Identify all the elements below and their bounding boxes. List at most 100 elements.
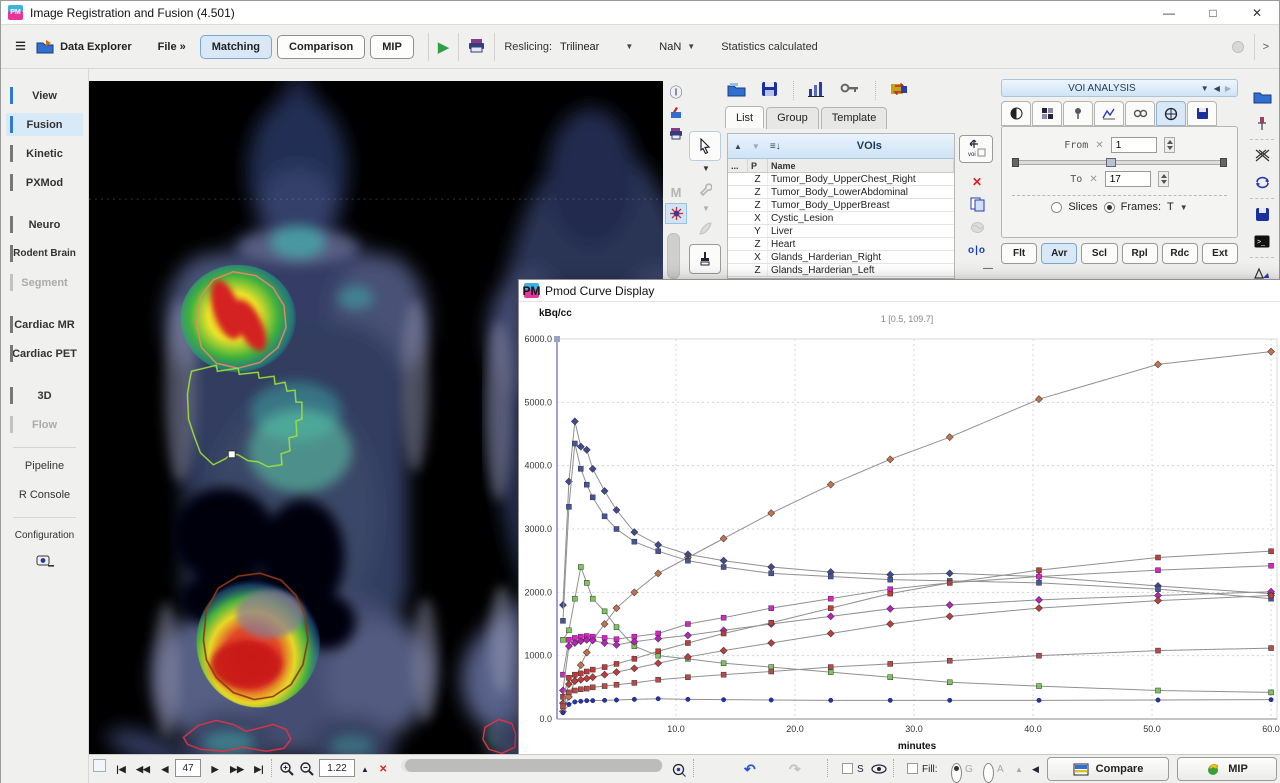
delete-voi-icon[interactable]: ✕	[959, 171, 995, 192]
sidebar-item-configuration[interactable]: Configuration	[6, 524, 83, 547]
rdc-button[interactable]: Rdc	[1162, 243, 1198, 264]
slider-handle-left[interactable]	[1012, 158, 1019, 167]
zoom-factor-field[interactable]	[319, 759, 355, 777]
sidebar-item-cardiac-pet[interactable]: Cardiac PET	[6, 342, 83, 365]
voi-transfer-icon[interactable]	[875, 81, 909, 100]
tab-frames[interactable]	[1156, 101, 1186, 126]
tab-save[interactable]	[1187, 101, 1217, 126]
chevron-down-icon[interactable]: ▼	[1180, 203, 1188, 212]
a-radio[interactable]	[983, 763, 994, 783]
clear-to-icon[interactable]: ✕	[1089, 174, 1097, 185]
run-icon[interactable]: ▶	[438, 38, 450, 56]
slider-handle-right[interactable]	[1220, 158, 1227, 167]
tab-pin[interactable]	[1063, 101, 1093, 126]
info-icon[interactable]: Ⓘ	[665, 81, 687, 102]
swap-loop-icon[interactable]	[1249, 169, 1275, 196]
table-row[interactable]: XCystic_Lesion	[728, 212, 954, 225]
file-menu[interactable]: File »	[158, 41, 186, 53]
viewer-vertical-scrollbar[interactable]	[667, 233, 680, 279]
slider-handle-mid[interactable]	[1106, 158, 1116, 167]
table-row[interactable]: ZTumor_Body_LowerAbdominal	[728, 186, 954, 199]
tab-layout[interactable]	[1032, 101, 1062, 126]
tab-template[interactable]: Template	[821, 107, 888, 129]
from-field[interactable]	[1111, 137, 1157, 153]
target-icon[interactable]	[671, 759, 686, 779]
sidebar-item-fusion[interactable]: Fusion	[6, 113, 83, 136]
close-all-icon[interactable]	[1249, 142, 1275, 169]
sidebar-item-kinetic[interactable]: Kinetic	[6, 142, 83, 165]
prev-slice-button[interactable]: ◀	[155, 759, 175, 779]
to-field[interactable]	[1105, 171, 1151, 187]
sidebar-item-cardiac-mr[interactable]: Cardiac MR	[6, 313, 83, 336]
first-slice-button[interactable]: |◀	[111, 759, 131, 779]
tab-curve[interactable]	[1094, 101, 1124, 126]
nan-select[interactable]: NaN ▼	[659, 41, 695, 53]
table-row[interactable]: ZGlands_Harderian_Left	[728, 264, 954, 277]
maximize-button[interactable]: □	[1191, 1, 1235, 24]
zoom-out-icon[interactable]	[299, 759, 315, 779]
overlay-checkbox[interactable]	[93, 759, 106, 772]
save-all-icon[interactable]	[1249, 201, 1275, 228]
zoom-in-icon[interactable]	[279, 759, 295, 779]
slices-radio[interactable]	[1051, 202, 1062, 213]
brush-tool-button[interactable]	[689, 244, 721, 274]
console-icon[interactable]: >_	[1249, 228, 1275, 255]
fast-prev-button[interactable]: ◀◀	[133, 759, 153, 779]
cine-icon[interactable]	[665, 102, 687, 123]
move-voi-button[interactable]: voi	[959, 135, 993, 163]
print-icon[interactable]	[468, 38, 485, 56]
tab-mip[interactable]: MIP	[370, 35, 414, 59]
fill-checkbox[interactable]	[907, 763, 918, 774]
sort-asc-icon[interactable]: ▲	[734, 142, 742, 151]
sidebar-item-rodent-brain[interactable]: Rodent Brain	[6, 242, 83, 265]
tab-contrast[interactable]	[1001, 101, 1031, 126]
slice-number-field[interactable]	[175, 759, 201, 777]
data-explorer-button[interactable]: Data Explorer	[36, 39, 132, 54]
sidebar-item-view[interactable]: View	[6, 84, 83, 107]
link-key-icon[interactable]	[840, 81, 860, 98]
frames-value[interactable]: T	[1167, 201, 1174, 213]
clear-from-icon[interactable]: ✕	[1095, 140, 1103, 151]
frame-range-slider[interactable]	[1012, 157, 1227, 167]
collapse-left-icon[interactable]: ◀	[1032, 759, 1039, 779]
next-slice-button[interactable]: ▶	[205, 759, 225, 779]
to-stepper[interactable]	[1158, 171, 1169, 187]
last-slice-button[interactable]: ▶|	[249, 759, 269, 779]
undo-icon[interactable]: ↶	[744, 759, 756, 779]
menu-icon[interactable]: ≡	[15, 36, 26, 58]
eye-icon[interactable]	[871, 759, 887, 779]
zoom-up-icon[interactable]: ▲	[361, 759, 369, 779]
frames-radio[interactable]	[1104, 202, 1115, 213]
statistics-chart-icon[interactable]	[793, 81, 825, 100]
sidebar-item-r-console[interactable]: R Console	[6, 483, 83, 506]
mirror-voi-icon[interactable]: o|o	[959, 240, 995, 261]
save-voi-icon[interactable]	[761, 81, 778, 100]
scl-button[interactable]: Scl	[1081, 243, 1117, 264]
tab-group[interactable]: Group	[766, 107, 819, 129]
close-button[interactable]: ✕	[1235, 1, 1279, 24]
sidebar-item-3d[interactable]: 3D	[6, 384, 83, 407]
table-row[interactable]: ZHeart	[728, 238, 954, 251]
table-row[interactable]: XGlands_Harderian_Right	[728, 251, 954, 264]
minimize-button[interactable]: —	[1147, 1, 1191, 24]
page-left-icon[interactable]: ◀	[1214, 84, 1220, 93]
table-row[interactable]: ZTumor_Body_UpperBreast	[728, 199, 954, 212]
configuration-icon[interactable]	[1, 554, 88, 568]
sort-desc-icon[interactable]: ▼	[752, 142, 760, 151]
pin-icon[interactable]	[1249, 110, 1275, 137]
load-protocol-icon[interactable]	[1249, 83, 1275, 110]
s-checkbox[interactable]	[842, 763, 853, 774]
voi-handle[interactable]	[228, 451, 235, 458]
chevron-down-icon[interactable]: ▼	[689, 164, 723, 173]
print-layout-icon[interactable]	[665, 123, 687, 144]
g-radio[interactable]	[951, 763, 962, 783]
sidebar-item-pipeline[interactable]: Pipeline	[6, 454, 83, 477]
sidebar-item-pxmod[interactable]: PXMod	[6, 171, 83, 194]
reset-zoom-icon[interactable]: ✕	[379, 759, 387, 779]
rpl-button[interactable]: Rpl	[1122, 243, 1158, 264]
fusion-star-icon[interactable]	[665, 203, 687, 224]
compare-button[interactable]: Compare	[1047, 757, 1169, 781]
fast-next-button[interactable]: ▶▶	[227, 759, 247, 779]
cursor-tool-button[interactable]	[689, 131, 721, 161]
sidebar-item-neuro[interactable]: Neuro	[6, 213, 83, 236]
